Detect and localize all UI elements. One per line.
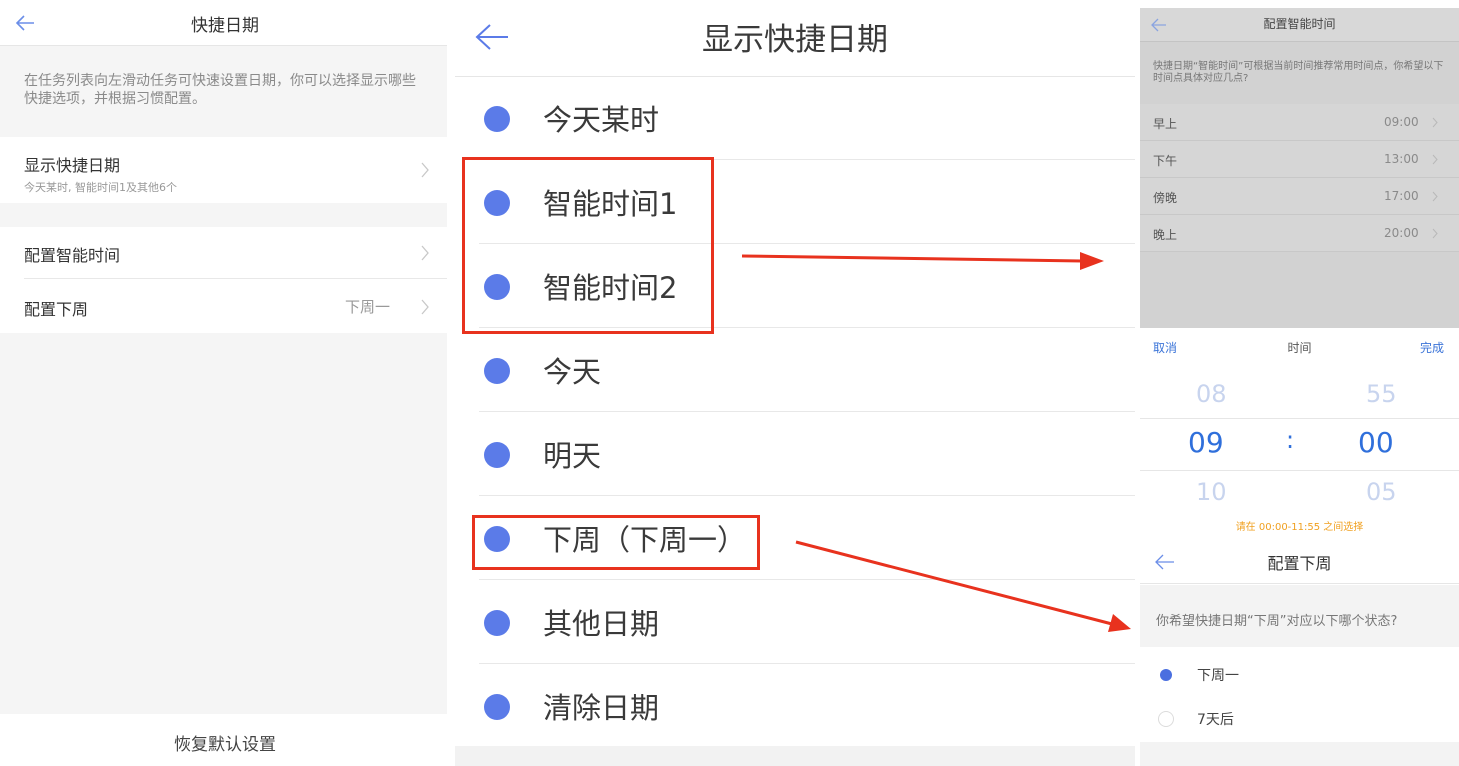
range-hint: 请在 00:00-11:55 之间选择 <box>1235 522 1364 533</box>
option-label: 下周一 <box>1197 668 1239 684</box>
time-picker-wheel[interactable]: 08 55 09 : 00 10 05 <box>1140 380 1459 510</box>
time-slot-row[interactable]: 晚上 20:00 <box>1140 215 1459 252</box>
hour-next: 10 <box>1196 478 1227 506</box>
minute-value[interactable]: 00 <box>1358 426 1394 459</box>
configure-next-week-screen: 配置下周 你希望快捷日期“下周”对应以下哪个状态? 下周一 7天后 <box>1140 538 1459 766</box>
minute-next: 05 <box>1366 478 1397 506</box>
picker-title: 时间 <box>1287 341 1312 355</box>
configure-smart-time-screen: 配置智能时间 快捷日期“智能时间”可根据当前时间推荐常用时间点，你希望以下时间点… <box>1140 8 1459 546</box>
minute-prev: 55 <box>1366 380 1397 408</box>
chevron-right-icon <box>1432 228 1438 239</box>
arrow-head-icon <box>1080 252 1104 270</box>
divider <box>1140 470 1459 471</box>
slot-value: 20:00 <box>1384 226 1419 240</box>
slot-label: 晚上 <box>1153 228 1178 242</box>
hour-value[interactable]: 09 <box>1188 426 1224 459</box>
hour-prev: 08 <box>1196 380 1227 408</box>
page-title: 配置智能时间 <box>1263 17 1336 31</box>
arrow-head-icon <box>1108 614 1131 632</box>
done-button[interactable]: 完成 <box>1420 339 1444 356</box>
time-slot-row[interactable]: 早上 09:00 <box>1140 104 1459 141</box>
option-label: 7天后 <box>1197 712 1234 728</box>
time-slot-row[interactable]: 下午 13:00 <box>1140 141 1459 178</box>
time-separator: : <box>1286 426 1295 454</box>
divider <box>1140 418 1459 419</box>
page-title: 配置下周 <box>1267 554 1332 573</box>
slot-label: 早上 <box>1153 117 1178 131</box>
slot-label: 傍晚 <box>1153 191 1178 205</box>
radio-unselected-icon <box>1158 711 1174 727</box>
bottom-spacer <box>1140 742 1459 766</box>
option-row-7-days[interactable]: 7天后 <box>1140 700 1459 738</box>
page-description: 快捷日期“智能时间”可根据当前时间推荐常用时间点，你希望以下时间点具体对应几点? <box>1153 61 1444 84</box>
question-text: 你希望快捷日期“下周”对应以下哪个状态? <box>1156 614 1398 629</box>
radio-selected-icon <box>1160 669 1172 681</box>
slot-value: 13:00 <box>1384 152 1419 166</box>
slot-label: 下午 <box>1153 154 1178 168</box>
option-row-monday[interactable]: 下周一 <box>1140 656 1459 694</box>
chevron-right-icon <box>1432 154 1438 165</box>
slot-value: 17:00 <box>1384 189 1419 203</box>
chevron-right-icon <box>1432 117 1438 128</box>
chevron-right-icon <box>1432 191 1438 202</box>
arrow-right-icon <box>795 540 1113 626</box>
arrow-right-icon <box>741 254 1083 263</box>
slot-value: 09:00 <box>1384 115 1419 129</box>
time-slot-row[interactable]: 傍晚 17:00 <box>1140 178 1459 215</box>
